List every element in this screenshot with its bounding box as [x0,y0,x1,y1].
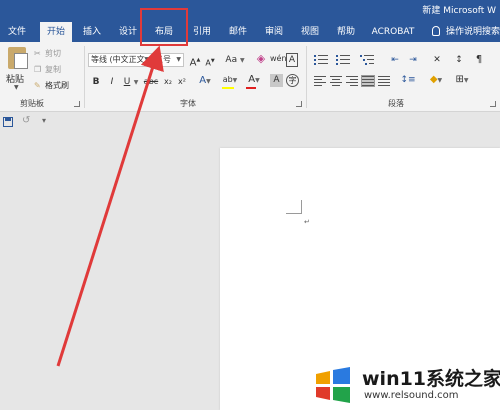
watermark-url: www.relsound.com [364,390,459,401]
watermark-title: win11系统之家 [362,368,500,390]
windows-logo-icon [316,367,350,403]
watermark: win11系统之家 www.relsound.com [312,362,500,408]
annotation-arrow [56,45,164,367]
